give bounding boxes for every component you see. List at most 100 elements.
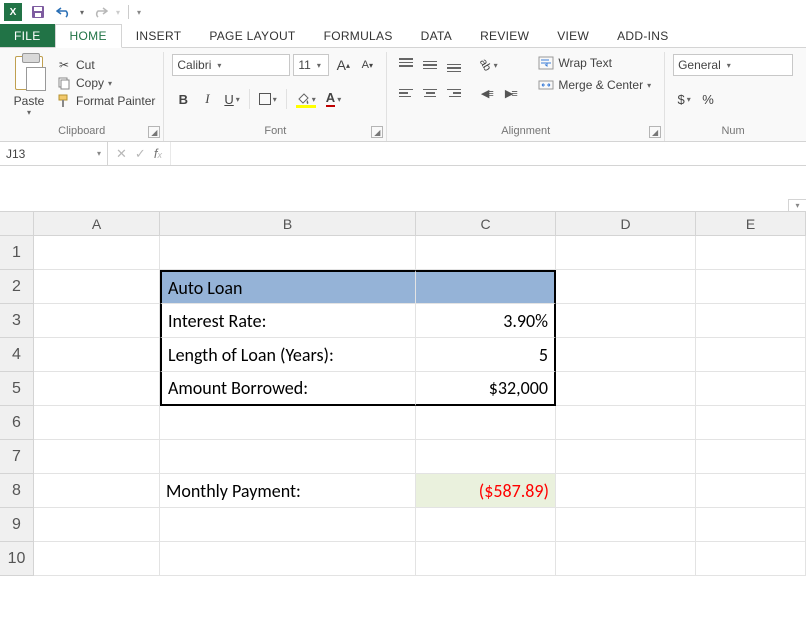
font-name-combo[interactable]: Calibri▾	[172, 54, 290, 76]
cancel-formula-button[interactable]: ✕	[116, 146, 127, 162]
enter-formula-button[interactable]: ✓	[135, 146, 146, 162]
percent-format-button[interactable]: %	[697, 88, 719, 110]
italic-button[interactable]: I	[196, 88, 218, 110]
align-right-button[interactable]	[443, 82, 465, 104]
save-button[interactable]	[28, 2, 48, 22]
redo-button[interactable]	[90, 2, 110, 22]
tab-page-layout[interactable]: PAGE LAYOUT	[195, 24, 309, 47]
font-color-button[interactable]: A▾	[322, 88, 345, 110]
cell-e3[interactable]	[696, 304, 806, 338]
borders-button[interactable]: ▾	[255, 88, 281, 110]
cell-a8[interactable]	[34, 474, 160, 508]
tab-addins[interactable]: ADD-INS	[603, 24, 682, 47]
align-top-button[interactable]	[395, 54, 417, 76]
cell-d10[interactable]	[556, 542, 696, 576]
decrease-indent-button[interactable]: ◀≡	[475, 82, 497, 104]
tab-view[interactable]: VIEW	[543, 24, 603, 47]
font-dialog-launcher[interactable]: ◢	[371, 126, 383, 138]
cell-a7[interactable]	[34, 440, 160, 474]
cell-c8[interactable]: ($587.89)	[416, 474, 556, 508]
format-painter-button[interactable]: Format Painter	[56, 94, 155, 108]
font-size-combo[interactable]: 11▾	[293, 54, 329, 76]
decrease-font-button[interactable]: A▾	[356, 54, 378, 76]
cell-e2[interactable]	[696, 270, 806, 304]
cell-a3[interactable]	[34, 304, 160, 338]
align-center-button[interactable]	[419, 82, 441, 104]
cell-b10[interactable]	[160, 542, 416, 576]
cell-c10[interactable]	[416, 542, 556, 576]
cell-c2[interactable]	[416, 270, 556, 304]
redo-dropdown[interactable]: ▾	[116, 8, 120, 17]
cell-e7[interactable]	[696, 440, 806, 474]
align-middle-button[interactable]	[419, 54, 441, 76]
cell-d1[interactable]	[556, 236, 696, 270]
cell-b3[interactable]: Interest Rate:	[160, 304, 416, 338]
align-bottom-button[interactable]	[443, 54, 465, 76]
tab-file[interactable]: FILE	[0, 24, 55, 47]
increase-indent-button[interactable]: ▶≡	[499, 82, 521, 104]
col-header-a[interactable]: A	[34, 212, 160, 236]
clipboard-dialog-launcher[interactable]: ◢	[148, 126, 160, 138]
cell-c3[interactable]: 3.90%	[416, 304, 556, 338]
number-format-combo[interactable]: General▾	[673, 54, 793, 76]
cell-d5[interactable]	[556, 372, 696, 406]
tab-review[interactable]: REVIEW	[466, 24, 543, 47]
cell-b7[interactable]	[160, 440, 416, 474]
select-all-corner[interactable]	[0, 212, 34, 236]
cell-b8[interactable]: Monthly Payment:	[160, 474, 416, 508]
cell-a10[interactable]	[34, 542, 160, 576]
cell-e4[interactable]	[696, 338, 806, 372]
cell-b4[interactable]: Length of Loan (Years):	[160, 338, 416, 372]
align-left-button[interactable]	[395, 82, 417, 104]
cell-a9[interactable]	[34, 508, 160, 542]
orientation-button[interactable]: ab▾	[475, 54, 501, 76]
cell-d3[interactable]	[556, 304, 696, 338]
cell-e5[interactable]	[696, 372, 806, 406]
wrap-text-button[interactable]: Wrap Text	[533, 54, 656, 72]
cell-e10[interactable]	[696, 542, 806, 576]
cell-a5[interactable]	[34, 372, 160, 406]
copy-button[interactable]: Copy ▾	[56, 76, 155, 90]
row-header-3[interactable]: 3	[0, 304, 34, 338]
qat-customize-dropdown[interactable]: ▾	[137, 8, 141, 17]
cell-c1[interactable]	[416, 236, 556, 270]
row-header-6[interactable]: 6	[0, 406, 34, 440]
col-header-c[interactable]: C	[416, 212, 556, 236]
alignment-dialog-launcher[interactable]: ◢	[649, 126, 661, 138]
paste-button[interactable]: Paste ▾	[8, 54, 50, 117]
row-header-2[interactable]: 2	[0, 270, 34, 304]
cell-a2[interactable]	[34, 270, 160, 304]
cell-e6[interactable]	[696, 406, 806, 440]
name-box[interactable]: J13 ▾	[0, 142, 108, 165]
cell-c4[interactable]: 5	[416, 338, 556, 372]
tab-data[interactable]: DATA	[407, 24, 466, 47]
cell-b2[interactable]: Auto Loan	[160, 270, 416, 304]
cell-c9[interactable]	[416, 508, 556, 542]
tab-insert[interactable]: INSERT	[122, 24, 196, 47]
cell-a1[interactable]	[34, 236, 160, 270]
cell-b1[interactable]	[160, 236, 416, 270]
undo-dropdown[interactable]: ▾	[80, 8, 84, 17]
cell-d6[interactable]	[556, 406, 696, 440]
cell-e1[interactable]	[696, 236, 806, 270]
col-header-e[interactable]: E	[696, 212, 806, 236]
accounting-format-button[interactable]: $▾	[673, 88, 695, 110]
row-header-8[interactable]: 8	[0, 474, 34, 508]
underline-button[interactable]: U▾	[220, 88, 243, 110]
row-header-4[interactable]: 4	[0, 338, 34, 372]
cell-b5[interactable]: Amount Borrowed:	[160, 372, 416, 406]
expand-formula-bar-button[interactable]: ▾	[788, 199, 806, 211]
cell-d9[interactable]	[556, 508, 696, 542]
tab-formulas[interactable]: FORMULAS	[310, 24, 407, 47]
cell-d8[interactable]	[556, 474, 696, 508]
insert-function-button[interactable]: fx	[154, 146, 162, 161]
increase-font-button[interactable]: A▴	[332, 54, 354, 76]
cell-c5[interactable]: $32,000	[416, 372, 556, 406]
cell-c6[interactable]	[416, 406, 556, 440]
formula-input[interactable]	[171, 142, 806, 165]
tab-home[interactable]: HOME	[55, 24, 122, 48]
row-header-5[interactable]: 5	[0, 372, 34, 406]
row-header-7[interactable]: 7	[0, 440, 34, 474]
cut-button[interactable]: ✂ Cut	[56, 58, 155, 72]
merge-center-button[interactable]: Merge & Center ▾	[533, 76, 656, 94]
